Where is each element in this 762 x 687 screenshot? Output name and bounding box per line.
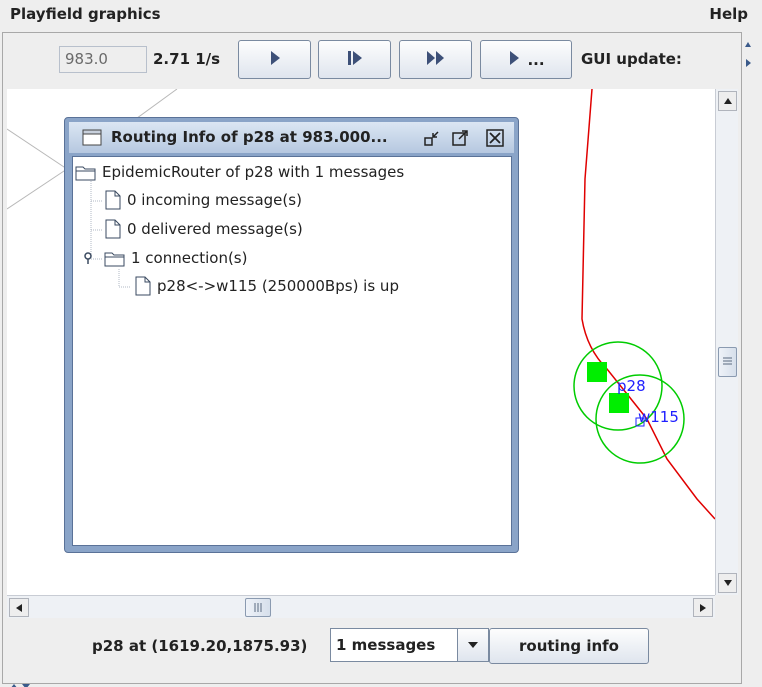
minimize-button[interactable] — [421, 127, 443, 148]
play-until-label: ... — [527, 50, 545, 69]
tree-item-connection[interactable]: p28<->w115 (250000Bps) is up — [134, 273, 399, 299]
routing-info-window[interactable]: Routing Info of p28 at 983.000... Epidem… — [64, 117, 519, 553]
window-icon — [82, 128, 102, 150]
document-icon — [104, 190, 122, 210]
movement-path — [581, 89, 715, 520]
messages-select-value: 1 messages — [336, 636, 436, 654]
arrow-left-icon — [16, 603, 22, 612]
close-icon — [486, 128, 504, 147]
tree-root[interactable]: EpidemicRouter of p28 with 1 messages — [75, 159, 404, 185]
horizontal-scroll-thumb[interactable] — [245, 598, 271, 617]
routing-window-title: Routing Info of p28 at 983.000... — [111, 128, 388, 146]
vertical-scroll-thumb[interactable] — [718, 347, 737, 377]
scroll-down-button[interactable] — [718, 573, 737, 593]
arrow-down-icon — [723, 580, 732, 586]
routing-info-button[interactable]: routing info — [489, 628, 649, 664]
tree-item-label: 0 incoming message(s) — [127, 191, 302, 209]
step-button[interactable] — [318, 40, 391, 79]
arrow-up-icon — [723, 98, 732, 104]
maximize-icon — [452, 129, 468, 146]
toolbar: 983.0 2.71 1/s ... GUI update: — [4, 36, 740, 86]
messages-select[interactable]: 1 messages — [330, 628, 489, 662]
fast-forward-icon — [425, 49, 447, 71]
scroll-up-button[interactable] — [718, 91, 737, 111]
fast-forward-button[interactable] — [399, 40, 472, 79]
tree-item-delivered[interactable]: 0 delivered message(s) — [104, 216, 303, 242]
maximize-button[interactable] — [449, 127, 471, 148]
help-menu[interactable]: Help — [709, 5, 748, 23]
play-button[interactable] — [238, 40, 311, 79]
close-button[interactable] — [484, 127, 506, 148]
tree-item-label: p28<->w115 (250000Bps) is up — [157, 277, 399, 295]
messages-select-dropdown[interactable] — [457, 629, 488, 661]
tree-item-connections[interactable]: 1 connection(s) — [104, 245, 247, 271]
routing-window-titlebar[interactable]: Routing Info of p28 at 983.000... — [69, 122, 514, 153]
expand-toggle-icon[interactable] — [82, 250, 96, 269]
tree-root-label: EpidemicRouter of p28 with 1 messages — [102, 163, 405, 181]
document-icon — [104, 219, 122, 239]
document-icon — [134, 276, 152, 296]
p28-node-label: p28 — [617, 377, 646, 395]
play-icon — [266, 49, 284, 71]
gui-update-label: GUI update: — [581, 50, 682, 68]
node-location-label: p28 at (1619.20,1875.93) — [92, 637, 308, 655]
vertical-scrollbar[interactable] — [715, 89, 738, 595]
title-bar: Playfield graphics Help — [0, 0, 762, 30]
bottom-left-arrows — [8, 676, 38, 687]
horizontal-scrollbar[interactable] — [7, 595, 715, 618]
play-until-button[interactable]: ... — [480, 40, 572, 79]
step-icon — [345, 49, 365, 71]
chevron-down-icon — [468, 642, 478, 648]
frame-arrow-up-icon[interactable] — [744, 36, 752, 48]
arrow-right-icon — [700, 603, 706, 612]
app-root: Playfield graphics Help 983.0 2.71 1/s .… — [0, 0, 762, 687]
scroll-right-button[interactable] — [693, 598, 713, 617]
scroll-left-button[interactable] — [9, 598, 29, 617]
play-until-icon — [507, 49, 523, 71]
panel-title: Playfield graphics — [10, 5, 161, 23]
status-bar: p28 at (1619.20,1875.93) 1 messages rout… — [7, 620, 739, 678]
tree-item-incoming[interactable]: 0 incoming message(s) — [104, 187, 302, 213]
routing-tree: EpidemicRouter of p28 with 1 messages 0 … — [72, 156, 512, 546]
tree-item-label: 0 delivered message(s) — [127, 220, 303, 238]
w115-node-marker[interactable] — [609, 393, 629, 413]
tree-item-label: 1 connection(s) — [131, 249, 248, 267]
frame-arrow-right-icon[interactable] — [744, 54, 752, 67]
w115-node-label: w115 — [638, 408, 679, 426]
folder-icon — [75, 163, 97, 181]
folder-icon — [104, 249, 126, 267]
road-line — [7, 168, 68, 210]
minimize-icon — [424, 130, 439, 146]
p28-node-marker[interactable] — [587, 362, 607, 382]
speed-label: 2.71 1/s — [153, 50, 221, 68]
road-line — [7, 128, 68, 170]
sim-time-field[interactable]: 983.0 — [59, 46, 147, 73]
